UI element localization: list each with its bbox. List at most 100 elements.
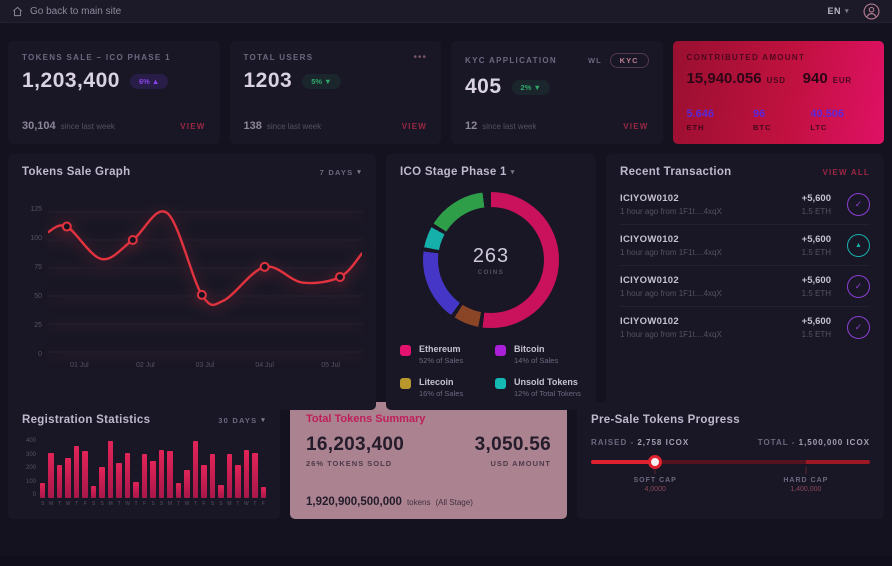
btc-unit: BTC	[753, 123, 771, 132]
transaction-row[interactable]: ICIYOW0102 1 hour ago from 1F1t....4xqX …	[620, 224, 870, 265]
kyc-badge: 2% ▼	[512, 80, 550, 95]
transaction-row[interactable]: ICIYOW0102 1 hour ago from 1F1t....4xqX …	[620, 306, 870, 347]
language-label: EN	[827, 6, 841, 16]
total-users-view-link[interactable]: VIEW	[402, 122, 427, 131]
total-users-label: TOTAL USERS	[244, 53, 314, 62]
bar	[167, 451, 172, 498]
eur-value: 940	[803, 70, 828, 87]
language-selector[interactable]: EN ▾	[827, 6, 849, 16]
tx-amount: +5,600	[802, 234, 831, 245]
kyc-tab[interactable]: KYC	[610, 53, 649, 68]
presale-title: Pre-Sale Tokens Progress	[591, 414, 870, 426]
legend-label: Bitcoin	[514, 344, 558, 354]
tokens-sale-week-value: 30,104	[22, 120, 56, 132]
tx-time: 1 hour ago from 1F1t....4xqX	[620, 248, 802, 257]
total-users-badge: 5% ▼	[302, 74, 340, 89]
bar	[125, 453, 130, 498]
recent-transaction-title: Recent Transaction	[620, 166, 732, 178]
usd-amount-label: USD AMOUNT	[475, 459, 551, 468]
bar	[116, 463, 121, 498]
tx-amount: +5,600	[802, 275, 831, 286]
view-all-link[interactable]: VIEW ALL	[822, 168, 870, 177]
total-users-card: TOTAL USERS ••• 1203 5% ▼ 138 since last…	[230, 41, 442, 144]
total-key: TOTAL -	[758, 438, 796, 447]
donut-legend: Ethereum 52% of Sales Bitcoin 14% of Sal…	[400, 344, 582, 398]
wl-tab[interactable]: WL	[588, 56, 602, 65]
legend-sub: 52% of Sales	[419, 356, 463, 365]
donut-center-value: 263	[473, 245, 509, 268]
bar	[65, 458, 70, 498]
usd-unit: USD	[767, 76, 786, 85]
bar	[133, 482, 138, 498]
bar-chart-x-axis: SMTWTFSSMTWTFSSMTWTFSSMTWTF	[40, 501, 266, 507]
tokens-sale-badge: 6% ▲	[130, 74, 168, 89]
raised-value: 2,758 ICOX	[637, 438, 689, 447]
all-stage-total-unit: tokens	[407, 498, 431, 507]
tx-time: 1 hour ago from 1F1t....4xqX	[620, 330, 802, 339]
soft-cap-value: 4,0000	[633, 486, 676, 493]
check-icon: ✓	[847, 275, 870, 298]
kyc-label: KYC APPLICATION	[465, 56, 557, 65]
tx-eth: 1.5 ETH	[802, 248, 831, 257]
registration-range-dropdown[interactable]: 30 DAYS ▾	[218, 416, 266, 425]
ltc-value: 40.506	[810, 108, 844, 120]
bar	[48, 453, 53, 498]
total-tokens-summary-card: Total Tokens Summary 16,203,400 26% TOKE…	[290, 402, 567, 519]
presale-progress-panel: Pre-Sale Tokens Progress RAISED - 2,758 …	[577, 402, 884, 519]
stats-row: TOKENS SALE – ICO PHASE 1 1,203,400 6% ▲…	[8, 41, 884, 144]
bar	[91, 486, 96, 498]
eth-unit: ETH	[687, 123, 715, 132]
dashboard-page: Go back to main site EN ▾ TOKENS SALE – …	[0, 0, 892, 566]
back-label: Go back to main site	[30, 6, 121, 17]
topbar-right: EN ▾	[827, 3, 880, 20]
total-users-week-label: since last week	[267, 122, 321, 131]
tx-time: 1 hour ago from 1F1t....4xqX	[620, 207, 802, 216]
usd-value: 15,940.056	[687, 70, 762, 87]
dots-menu-icon[interactable]: •••	[413, 56, 427, 60]
registration-statistics-panel: Registration Statistics 30 DAYS ▾ 400300…	[8, 402, 280, 519]
tx-amount: +5,600	[802, 316, 831, 327]
legend-label: Ethereum	[419, 344, 463, 354]
raised-key: RAISED -	[591, 438, 634, 447]
bar	[108, 441, 113, 498]
bar	[40, 483, 45, 498]
eth-value: 5.646	[687, 108, 715, 120]
range-label: 7 DAYS	[320, 168, 354, 177]
bar	[74, 446, 79, 498]
check-icon: ✓	[847, 316, 870, 339]
check-icon: ✓	[847, 193, 870, 216]
transaction-row[interactable]: ICIYOW0102 1 hour ago from 1F1t....4xqX …	[620, 184, 870, 224]
ltc-unit: LTC	[810, 123, 844, 132]
bar	[252, 453, 257, 498]
slider-handle[interactable]	[648, 455, 662, 469]
legend-sub: 14% of Sales	[514, 356, 558, 365]
ico-stage-panel: ICO Stage Phase 1 ▾ 263 COINS	[386, 154, 596, 410]
line-chart-plot	[48, 206, 362, 358]
raised-label: RAISED - 2,758 ICOX	[591, 438, 689, 447]
kyc-view-link[interactable]: VIEW	[623, 122, 648, 131]
presale-progress-slider[interactable]: SOFT CAP 4,0000 HARD CAP 1,400,000	[591, 460, 870, 464]
transaction-row[interactable]: ICIYOW0102 1 hour ago from 1F1t....4xqX …	[620, 265, 870, 306]
litecoin-swatch	[400, 378, 411, 389]
soft-cap-label: SOFT CAP 4,0000	[633, 477, 676, 493]
user-avatar-icon[interactable]	[863, 3, 880, 20]
ico-stage-dropdown[interactable]: ICO Stage Phase 1 ▾	[400, 166, 515, 178]
total-users-value: 1203	[244, 69, 293, 93]
legend-item-litecoin: Litecoin 16% of Sales	[400, 377, 487, 398]
back-to-main-site-link[interactable]: Go back to main site	[12, 6, 121, 17]
transaction-list: ICIYOW0102 1 hour ago from 1F1t....4xqX …	[620, 184, 870, 347]
tokens-sale-week-label: since last week	[61, 122, 115, 131]
tokens-sale-view-link[interactable]: VIEW	[180, 122, 205, 131]
bar	[227, 454, 232, 498]
all-stage-total-value: 1,920,900,500,000	[306, 496, 402, 508]
topbar: Go back to main site EN ▾	[0, 0, 892, 23]
line-chart: 1251007550250	[22, 206, 362, 358]
tokens-sale-graph-panel: Tokens Sale Graph 7 DAYS ▾ 1251007550250…	[8, 154, 376, 410]
tokens-sale-value: 1,203,400	[22, 69, 120, 93]
tx-amount: +5,600	[802, 193, 831, 204]
tx-eth: 1.5 ETH	[802, 289, 831, 298]
tokens-sale-label: TOKENS SALE – ICO PHASE 1	[22, 53, 171, 62]
tokens-graph-range-dropdown[interactable]: 7 DAYS ▾	[320, 168, 362, 177]
usd-amount-value: 3,050.56	[475, 434, 551, 456]
legend-item-bitcoin: Bitcoin 14% of Sales	[495, 344, 582, 365]
